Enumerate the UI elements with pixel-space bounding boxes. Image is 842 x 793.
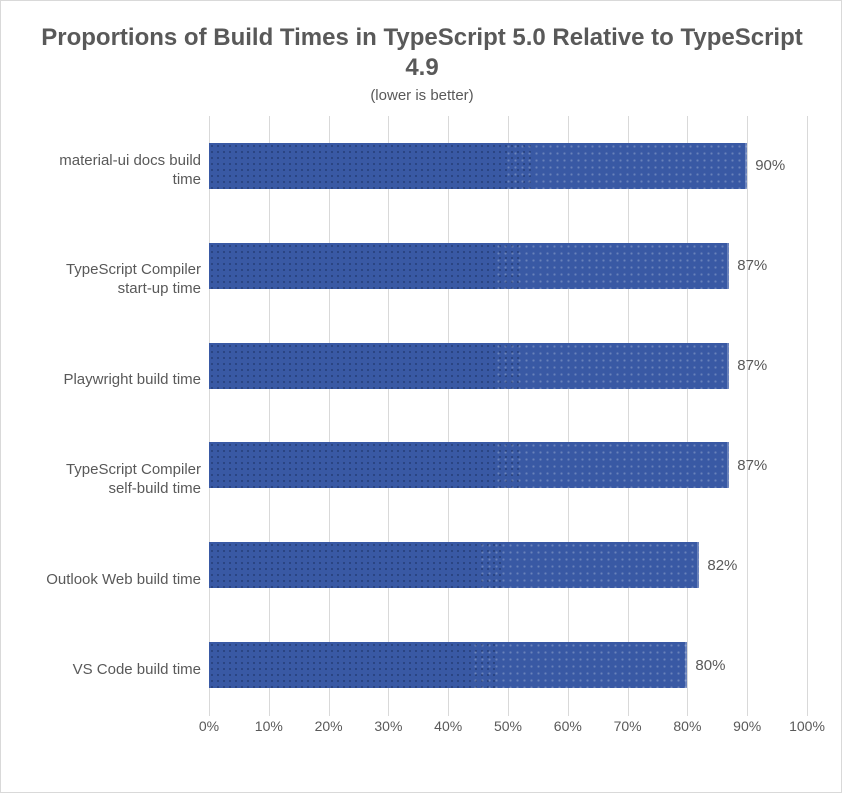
- chart-frame: Proportions of Build Times in TypeScript…: [0, 0, 842, 793]
- bar-row: 82%: [209, 542, 807, 588]
- x-tick-label: 20%: [315, 718, 343, 734]
- bar: [209, 143, 747, 189]
- bar-texture-icon: [505, 143, 747, 189]
- bar-texture-icon: [209, 542, 503, 588]
- bar-texture-icon: [209, 442, 521, 488]
- bar-texture-icon: [495, 442, 729, 488]
- bar: [209, 442, 729, 488]
- plot-grid: 90% 87% 87% 87% 82% 80%: [209, 116, 807, 716]
- x-tick-label: 10%: [255, 718, 283, 734]
- y-axis-label: TypeScript Compiler self-build time: [37, 461, 201, 499]
- data-label: 82%: [707, 557, 737, 574]
- title-block: Proportions of Build Times in TypeScript…: [37, 23, 807, 104]
- x-axis: 0%10%20%30%40%50%60%70%80%90%100%: [209, 716, 807, 752]
- bar-texture-icon: [209, 243, 521, 289]
- bar-row: 87%: [209, 243, 807, 289]
- x-tick-mark: [807, 710, 808, 716]
- bar-row: 87%: [209, 442, 807, 488]
- bar: [209, 642, 687, 688]
- y-axis-labels: material-ui docs build time TypeScript Co…: [37, 116, 209, 716]
- data-label: 87%: [737, 457, 767, 474]
- bar-texture-icon: [472, 642, 687, 688]
- bar-row: 90%: [209, 143, 807, 189]
- x-tick-mark: [747, 710, 748, 716]
- bar: [209, 343, 729, 389]
- x-tick-label: 40%: [434, 718, 462, 734]
- bar-texture-icon: [495, 343, 729, 389]
- x-tick-mark: [568, 710, 569, 716]
- x-tick-mark: [329, 710, 330, 716]
- y-axis-label: Playwright build time: [63, 371, 201, 390]
- data-label: 90%: [755, 157, 785, 174]
- x-tick-label: 80%: [673, 718, 701, 734]
- x-tick-mark: [628, 710, 629, 716]
- bar-row: 87%: [209, 343, 807, 389]
- x-tick-mark: [269, 710, 270, 716]
- x-tick-mark: [508, 710, 509, 716]
- x-tick-label: 50%: [494, 718, 522, 734]
- x-tick-mark: [448, 710, 449, 716]
- bar-texture-icon: [209, 642, 496, 688]
- x-tick-label: 0%: [199, 718, 219, 734]
- x-tick-label: 30%: [374, 718, 402, 734]
- bar-row: 80%: [209, 642, 807, 688]
- x-tick-mark: [209, 710, 210, 716]
- bar-texture-icon: [479, 542, 700, 588]
- x-tick-label: 100%: [789, 718, 825, 734]
- x-tick-label: 70%: [614, 718, 642, 734]
- bar: [209, 542, 699, 588]
- data-label: 87%: [737, 357, 767, 374]
- y-axis-label: VS Code build time: [73, 661, 201, 680]
- bar-texture-icon: [209, 143, 532, 189]
- bar-texture-icon: [495, 243, 729, 289]
- bar: [209, 243, 729, 289]
- data-label: 80%: [695, 657, 725, 674]
- x-tick-mark: [687, 710, 688, 716]
- y-axis-label: material-ui docs build time: [37, 152, 201, 190]
- x-tick-mark: [388, 710, 389, 716]
- data-label: 87%: [737, 257, 767, 274]
- x-tick-label: 90%: [733, 718, 761, 734]
- bar-texture-icon: [209, 343, 521, 389]
- chart-subtitle: (lower is better): [37, 87, 807, 104]
- plot-area: material-ui docs build time TypeScript Co…: [37, 116, 807, 716]
- y-axis-label: Outlook Web build time: [46, 571, 201, 590]
- bars-container: 90% 87% 87% 87% 82% 80%: [209, 116, 807, 715]
- x-tick-label: 60%: [554, 718, 582, 734]
- chart-title: Proportions of Build Times in TypeScript…: [37, 23, 807, 83]
- y-axis-label: TypeScript Compiler start-up time: [37, 261, 201, 299]
- gridline: [807, 116, 808, 715]
- x-axis-ticks: 0%10%20%30%40%50%60%70%80%90%100%: [209, 716, 807, 752]
